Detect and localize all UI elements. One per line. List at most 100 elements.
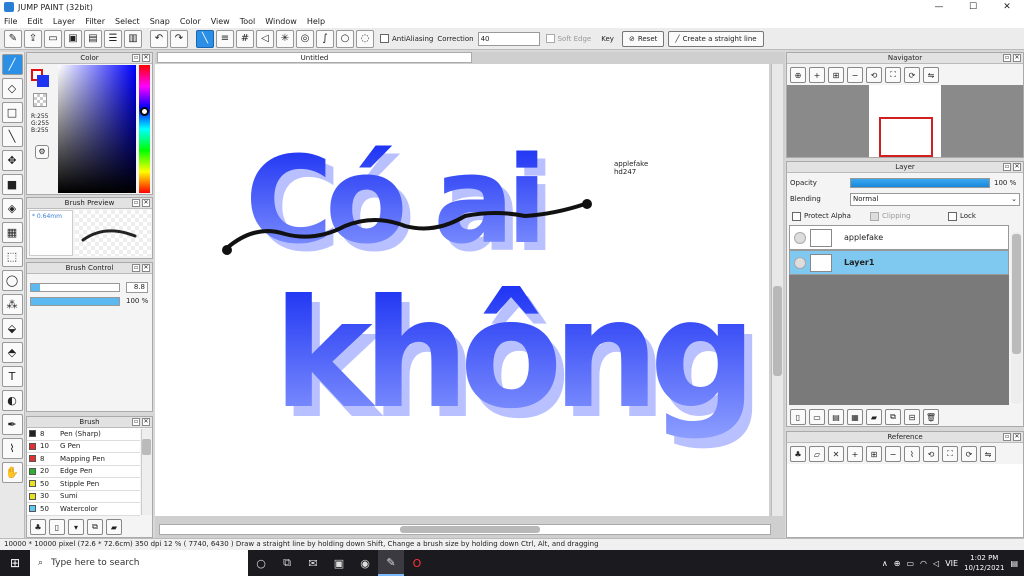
antialiasing-checkbox[interactable] xyxy=(380,34,389,43)
battery-icon[interactable]: ▭ xyxy=(906,559,914,568)
copy-brush-icon[interactable]: ⧉ xyxy=(87,519,103,535)
navigator-preview[interactable] xyxy=(787,85,1023,157)
fit-screen-icon[interactable]: ⛶ xyxy=(942,446,958,462)
gradient-tool-icon[interactable]: ▦ xyxy=(1,222,23,243)
store-icon[interactable]: ▣ xyxy=(326,550,352,576)
panel-close-icon[interactable]: ✕ xyxy=(1013,433,1021,441)
layer-list-scrollbar[interactable] xyxy=(1011,232,1022,404)
clipboard-icon[interactable]: ▥ xyxy=(124,29,142,48)
eyedropper-tool-icon[interactable]: ⌇ xyxy=(1,438,23,459)
panel-close-icon[interactable]: ✕ xyxy=(1013,54,1021,62)
jump-paint-taskbar-icon[interactable]: ✎ xyxy=(378,550,404,576)
reset-button[interactable]: ⊘ Reset xyxy=(621,30,665,47)
new-file-icon[interactable]: ✎ xyxy=(4,29,22,48)
save-icon[interactable]: ▭ xyxy=(44,29,62,48)
panel-float-icon[interactable]: ▫ xyxy=(132,54,140,62)
menu-edit[interactable]: Edit xyxy=(27,17,43,26)
rotate-right-icon[interactable]: ⟳ xyxy=(961,446,977,462)
zoom-actual-icon[interactable]: ⊞ xyxy=(828,67,844,83)
document-tab[interactable]: Untitled xyxy=(157,52,472,63)
delete-layer-icon[interactable]: 🗑 xyxy=(923,409,939,425)
windows-start-icon[interactable]: ⊞ xyxy=(0,550,30,576)
menu-layer[interactable]: Layer xyxy=(53,17,75,26)
zoom-actual-icon[interactable]: ⊞ xyxy=(866,446,882,462)
zoom-in-icon[interactable]: + xyxy=(809,67,825,83)
document-icon[interactable]: ▤ xyxy=(84,29,102,48)
pen-mode-icon[interactable]: ╲ xyxy=(196,29,214,48)
panel-close-icon[interactable]: ✕ xyxy=(1013,163,1021,171)
brush-list-item[interactable]: 8 Pen (Sharp) xyxy=(27,428,140,441)
close-reference-icon[interactable]: ✕ xyxy=(828,446,844,462)
background-color-swatch[interactable] xyxy=(37,75,49,87)
mail-icon[interactable]: ✉ xyxy=(300,550,326,576)
zoom-out-icon[interactable]: − xyxy=(885,446,901,462)
panel-float-icon[interactable]: ▫ xyxy=(132,264,140,272)
layer-row-applefake[interactable]: applefake xyxy=(789,225,1009,250)
panel-float-icon[interactable]: ▫ xyxy=(132,199,140,207)
brush-list-scrollbar[interactable] xyxy=(141,429,152,515)
menu-color[interactable]: Color xyxy=(180,17,201,26)
color-settings-icon[interactable]: ⚙ xyxy=(35,145,49,159)
new-brush-icon[interactable]: ▯ xyxy=(49,519,65,535)
brush-opacity-slider[interactable] xyxy=(30,296,120,306)
brush-list-item[interactable]: 50 Stipple Pen xyxy=(27,478,140,491)
clock[interactable]: 1:02 PM 10/12/2021 xyxy=(964,553,1004,573)
concentric-icon[interactable]: ◎ xyxy=(296,29,314,48)
settings-list-icon[interactable]: ☰ xyxy=(104,29,122,48)
fill-select-tool-icon[interactable]: ◐ xyxy=(1,390,23,411)
language-indicator[interactable]: VIE xyxy=(945,559,958,568)
reference-settings-icon[interactable]: ♣ xyxy=(790,446,806,462)
brush-list-item[interactable]: 50 Watercolor xyxy=(27,503,140,516)
radial-icon[interactable]: ✳ xyxy=(276,29,294,48)
protect-alpha-checkbox[interactable] xyxy=(792,211,801,221)
brush-list-item[interactable]: 10 G Pen xyxy=(27,440,140,453)
menu-snap[interactable]: Snap xyxy=(150,17,170,26)
chevron-up-icon[interactable]: ∧ xyxy=(882,559,888,568)
circle-ruler-icon[interactable]: ○ xyxy=(336,29,354,48)
panel-close-icon[interactable]: ✕ xyxy=(142,199,150,207)
horizontal-scrollbar[interactable] xyxy=(159,524,771,535)
straight-line-button[interactable]: ╱ Create a straight line xyxy=(668,30,764,47)
pen-tool-icon[interactable]: ✒ xyxy=(1,414,23,435)
blending-select[interactable]: Normal ⌄ xyxy=(850,192,1020,206)
folder-icon[interactable]: ▰ xyxy=(866,409,882,425)
new-layer-1bit-icon[interactable]: ▤ xyxy=(828,409,844,425)
brush-size-value[interactable]: 8.8 xyxy=(126,281,148,293)
panel-close-icon[interactable]: ✕ xyxy=(142,418,150,426)
select-pen-tool-icon[interactable]: ⬙ xyxy=(1,318,23,339)
undo-icon[interactable]: ↶ xyxy=(150,29,168,48)
fit-screen-icon[interactable]: ⛶ xyxy=(885,67,901,83)
redo-icon[interactable]: ↷ xyxy=(170,29,188,48)
tone-layer-icon[interactable]: ▦ xyxy=(847,409,863,425)
text-tool-icon[interactable]: T xyxy=(1,366,23,387)
panel-float-icon[interactable]: ▫ xyxy=(1003,433,1011,441)
magic-wand-tool-icon[interactable]: ⁂ xyxy=(1,294,23,315)
drawing-canvas[interactable]: Có ai không Có ai không applefake hd247 xyxy=(155,64,769,516)
export-icon[interactable]: ▣ xyxy=(64,29,82,48)
move-tool-icon[interactable]: ✥ xyxy=(1,150,23,171)
merge-layer-icon[interactable]: ⊟ xyxy=(904,409,920,425)
brush-list-item[interactable]: 20 Edge Pen xyxy=(27,465,140,478)
brush-tool-icon[interactable]: ╱ xyxy=(1,54,23,75)
ellipse-icon[interactable]: ◌ xyxy=(356,29,374,48)
zoom-out-icon[interactable]: − xyxy=(847,67,863,83)
eyedropper-icon[interactable]: ⌇ xyxy=(904,446,920,462)
wifi-icon[interactable]: ◠ xyxy=(920,559,927,568)
rotate-right-icon[interactable]: ⟳ xyxy=(904,67,920,83)
panel-close-icon[interactable]: ✕ xyxy=(142,54,150,62)
maximize-icon[interactable]: ☐ xyxy=(956,0,990,14)
curve-icon[interactable]: ∫ xyxy=(316,29,334,48)
new-layer-8bit-icon[interactable]: ▭ xyxy=(809,409,825,425)
rotate-left-icon[interactable]: ⟲ xyxy=(866,67,882,83)
eraser-tool-icon[interactable]: ◇ xyxy=(1,78,23,99)
panel-float-icon[interactable]: ▫ xyxy=(132,418,140,426)
lasso-tool-icon[interactable]: ◯ xyxy=(1,270,23,291)
visibility-eye-icon[interactable] xyxy=(794,231,806,244)
close-icon[interactable]: ✕ xyxy=(990,0,1024,14)
line-tool-icon[interactable]: ╲ xyxy=(1,126,23,147)
brush-size-slider[interactable] xyxy=(30,282,120,292)
grid-icon[interactable]: # xyxy=(236,29,254,48)
hatch-icon[interactable]: ≡ xyxy=(216,29,234,48)
flip-icon[interactable]: ⇋ xyxy=(980,446,996,462)
fill-rect-tool-icon[interactable]: ■ xyxy=(1,174,23,195)
